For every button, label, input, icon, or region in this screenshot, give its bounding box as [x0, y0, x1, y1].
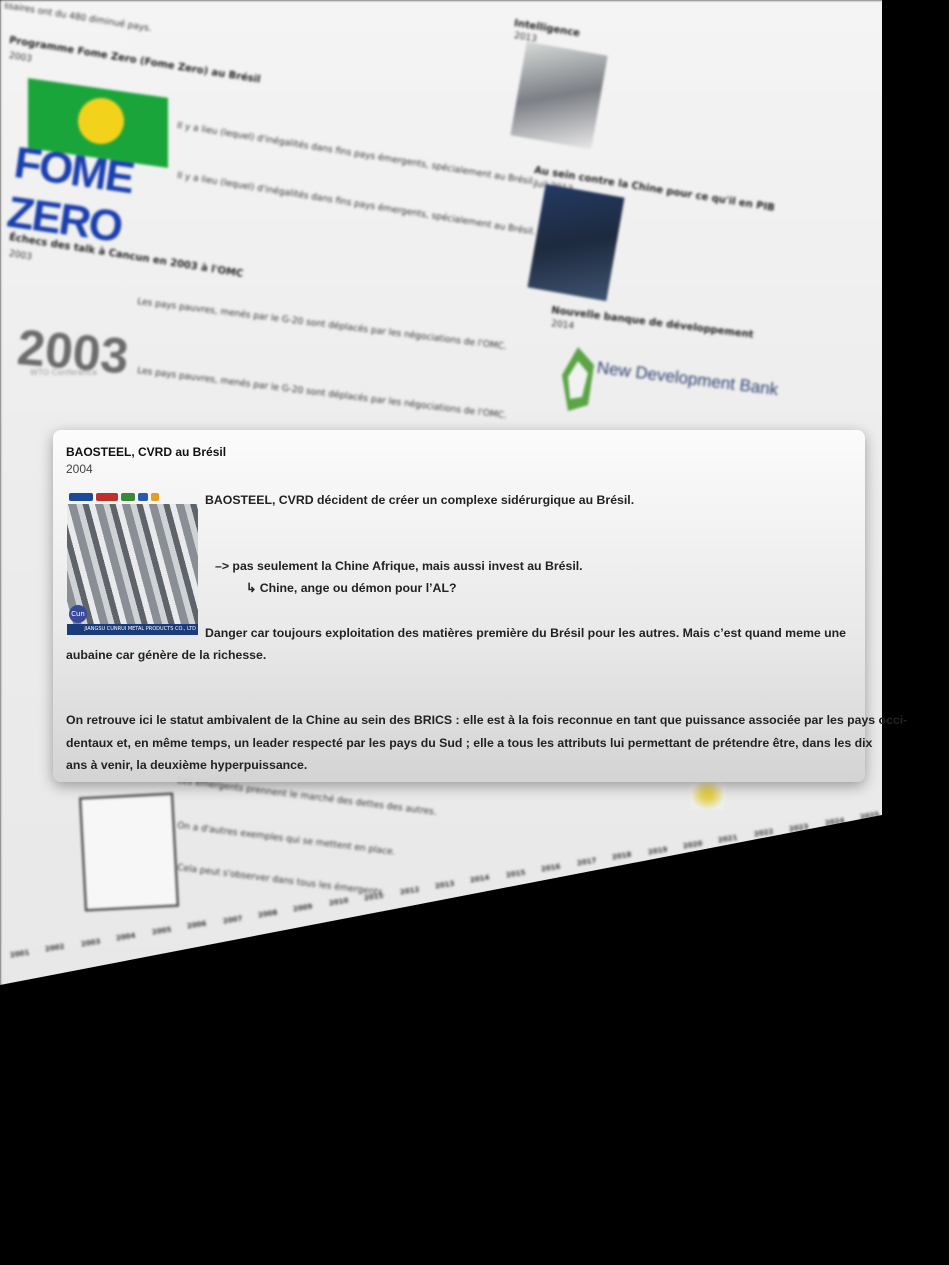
event-year-ndb: 2014: [550, 318, 575, 332]
axis-year-label[interactable]: 2008: [257, 908, 277, 919]
company-logos: [67, 490, 198, 504]
event-detail-card[interactable]: BAOSTEEL, CVRD au Brésil 2004 Cun JIANGS…: [53, 430, 907, 782]
axis-year-label[interactable]: 2012: [399, 885, 419, 896]
axis-year-label[interactable]: 2017: [576, 857, 596, 868]
axis-year-label[interactable]: 2024: [824, 816, 844, 827]
axis-year-label[interactable]: 2015: [505, 868, 525, 879]
event-text-bottom-2: On a d'autres exemples qui se mettent en…: [176, 820, 396, 858]
event-title-fome[interactable]: Programme Fome Zero (Fome Zero) au Brési…: [8, 35, 261, 86]
event-text-line: ans à venir, la deuxième hyperpuissance.: [66, 758, 308, 772]
axis-year-label[interactable]: 2023: [789, 822, 809, 833]
event-text-cancun: Les pays pauvres, menés par le G-20 sont…: [136, 296, 508, 353]
bg-text: ssaires ont du 480 diminué pays.: [3, 0, 153, 35]
axis-year-label[interactable]: 2006: [187, 920, 207, 931]
event-text-line: On retrouve ici le statut ambivalent de …: [66, 713, 908, 727]
axis-year-label[interactable]: 2007: [222, 914, 242, 925]
steel-pipes-photo: [67, 504, 198, 624]
axis-year-label[interactable]: 2019: [647, 845, 667, 856]
company-badge: Cun: [69, 605, 87, 623]
axis-year-label[interactable]: 2013: [434, 880, 454, 891]
ndb-logo-icon: [562, 347, 594, 411]
event-text-line: Danger car toujours exploitation des mat…: [205, 626, 846, 640]
ndb-logo-text: New Development Bank: [595, 358, 780, 400]
axis-year-label[interactable]: 2005: [151, 926, 171, 937]
event-year-fome: 2003: [8, 50, 33, 65]
event-text-line: aubaine car génère de la richesse.: [66, 648, 267, 662]
event-text-line: BAOSTEEL, CVRD décident de créer un comp…: [205, 493, 635, 507]
event-image: Cun JIANGSU CUNRUI METAL PRODUCTS CO., L…: [67, 490, 198, 635]
event-year-cancun: 2003: [8, 248, 33, 263]
axis-year-label[interactable]: 2014: [470, 874, 490, 885]
axis-year-label[interactable]: 2010: [328, 897, 348, 908]
event-text-bottom-3: Cela peut s'observer dans tous les émerg…: [176, 862, 386, 899]
axis-year-label[interactable]: 2001: [9, 949, 29, 960]
fome-zero-logo: FOME ZERO: [4, 78, 178, 252]
event-text-cancun-2: Les pays pauvres, menés par le G-20 sont…: [136, 365, 508, 422]
event-year: 2004: [66, 462, 93, 476]
event-text-line: ↳ Chine, ange ou démon pour l’AL?: [246, 581, 457, 595]
event-title-ndb[interactable]: Nouvelle banque de développement: [551, 305, 754, 341]
event-photo-car: [510, 41, 608, 150]
event-photo-meeting: [527, 183, 625, 302]
cancun-logo-subtitle: WTO Conference: [30, 368, 98, 377]
axis-year-label[interactable]: 2022: [753, 828, 773, 839]
event-map-thumbnail: [690, 780, 725, 810]
axis-year-label[interactable]: 2020: [682, 839, 702, 850]
axis-year-label[interactable]: 2002: [45, 943, 65, 954]
event-title: BAOSTEEL, CVRD au Brésil: [66, 445, 227, 459]
axis-year-label[interactable]: 2021: [718, 834, 738, 845]
axis-year-label[interactable]: 2003: [80, 937, 100, 948]
event-text-line: dentaux et, en même temps, un leader res…: [66, 736, 873, 750]
event-comic-image: [79, 792, 179, 912]
axis-year-label[interactable]: 2004: [116, 931, 136, 942]
axis-year-label[interactable]: 2016: [541, 862, 561, 873]
image-caption: JIANGSU CUNRUI METAL PRODUCTS CO., LTD: [67, 624, 198, 635]
axis-year-label[interactable]: 2018: [612, 851, 632, 862]
axis-year-label[interactable]: 2025: [859, 811, 879, 822]
event-text-line: –> pas seulement la Chine Afrique, mais …: [215, 559, 583, 573]
axis-year-label[interactable]: 2009: [293, 903, 313, 914]
